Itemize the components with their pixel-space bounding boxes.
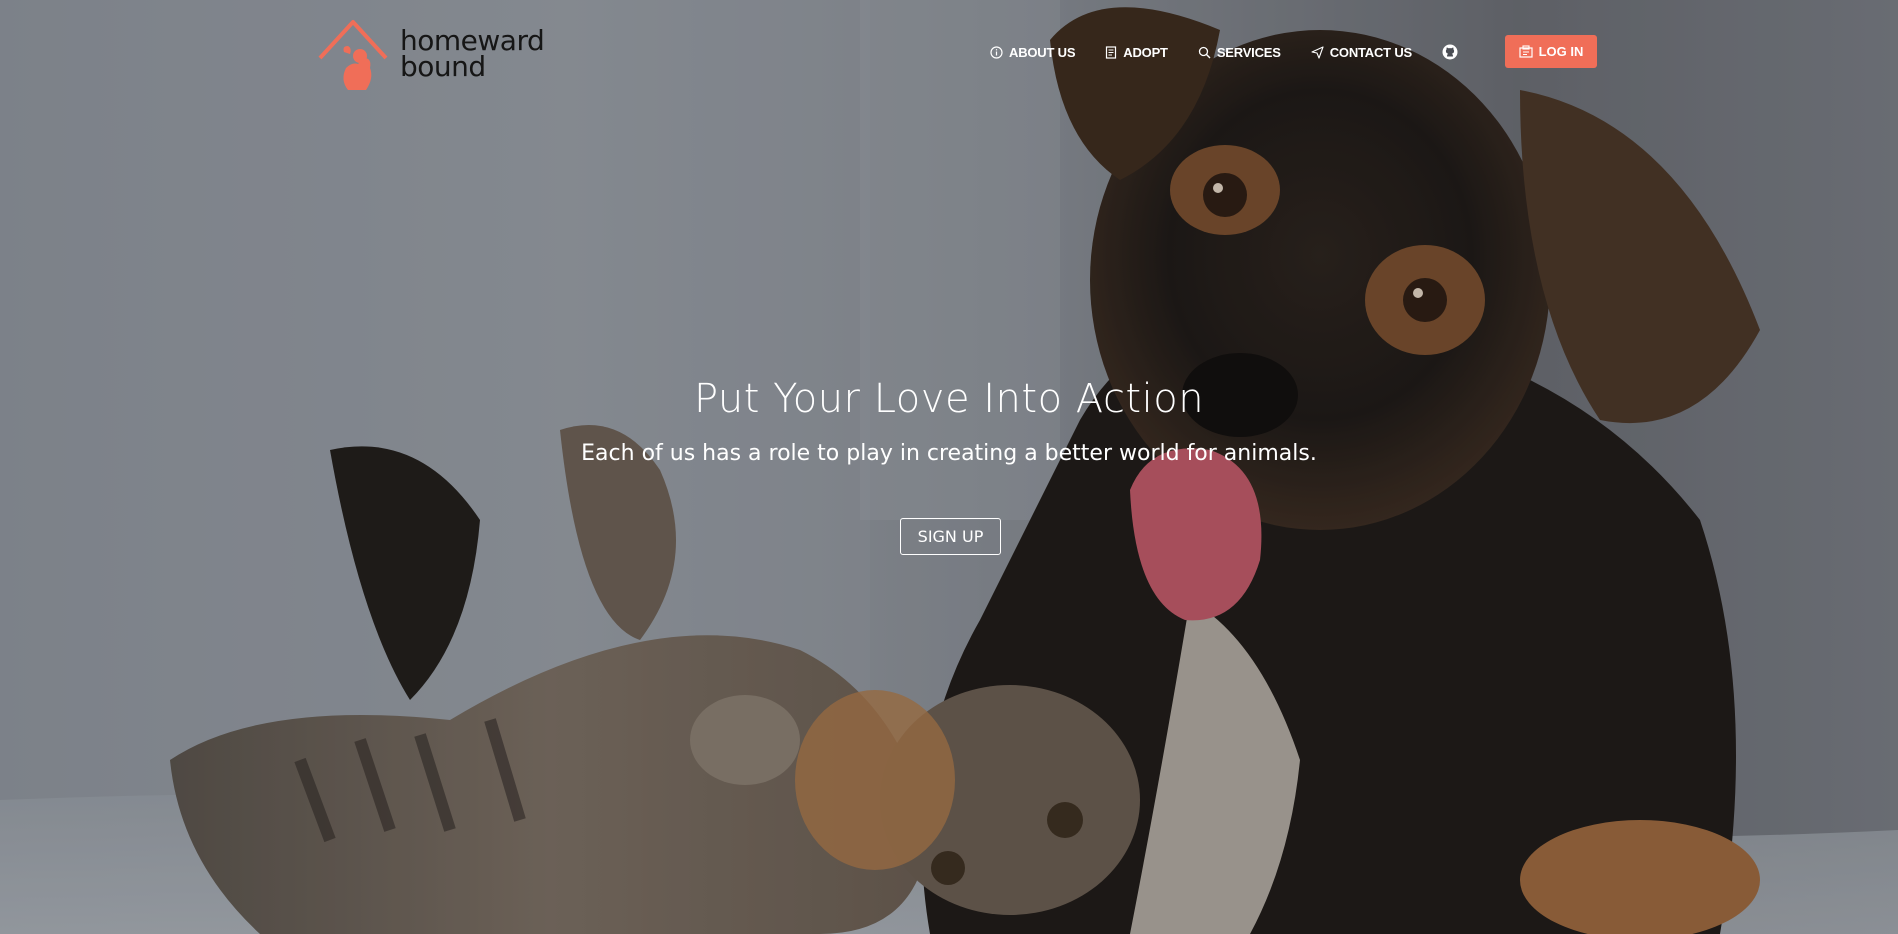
nav-services-label: SERVICES — [1216, 44, 1281, 60]
hero-overlay — [0, 0, 1898, 934]
nav-contact-us-label: CONTACT US — [1329, 44, 1412, 60]
login-icon — [1519, 45, 1533, 58]
nav-contact-us[interactable]: CONTACT US — [1311, 45, 1412, 60]
login-label: LOG IN — [1538, 44, 1584, 59]
search-icon — [1198, 46, 1211, 58]
nav-about-us-label: ABOUT US — [1009, 44, 1076, 60]
github-link[interactable] — [1442, 44, 1458, 60]
nav-adopt-label: ADOPT — [1123, 44, 1168, 60]
document-icon — [1106, 45, 1117, 59]
brand-line2: bound — [400, 50, 486, 83]
hero-headline: Put Your Love Into Action — [693, 376, 1205, 422]
main-nav: ABOUT US ADOPT SERVICES CONTACT US — [990, 44, 1490, 60]
signup-button[interactable]: SIGN UP — [900, 518, 1001, 555]
signup-label: SIGN UP — [917, 527, 984, 546]
hero-subhead: Each of us has a role to play in creatin… — [581, 441, 1317, 466]
nav-adopt[interactable]: ADOPT — [1105, 45, 1168, 60]
info-icon — [990, 45, 1003, 59]
house-pets-logo-icon — [318, 20, 388, 90]
github-icon — [1442, 44, 1458, 60]
send-icon — [1311, 45, 1324, 59]
brand-logo[interactable]: homeward bound — [318, 18, 545, 90]
nav-services[interactable]: SERVICES — [1198, 45, 1281, 60]
nav-about-us[interactable]: ABOUT US — [990, 45, 1075, 60]
login-button[interactable]: LOG IN — [1505, 35, 1597, 68]
brand-wordmark: homeward bound — [400, 27, 545, 83]
hero-background — [0, 0, 1898, 934]
